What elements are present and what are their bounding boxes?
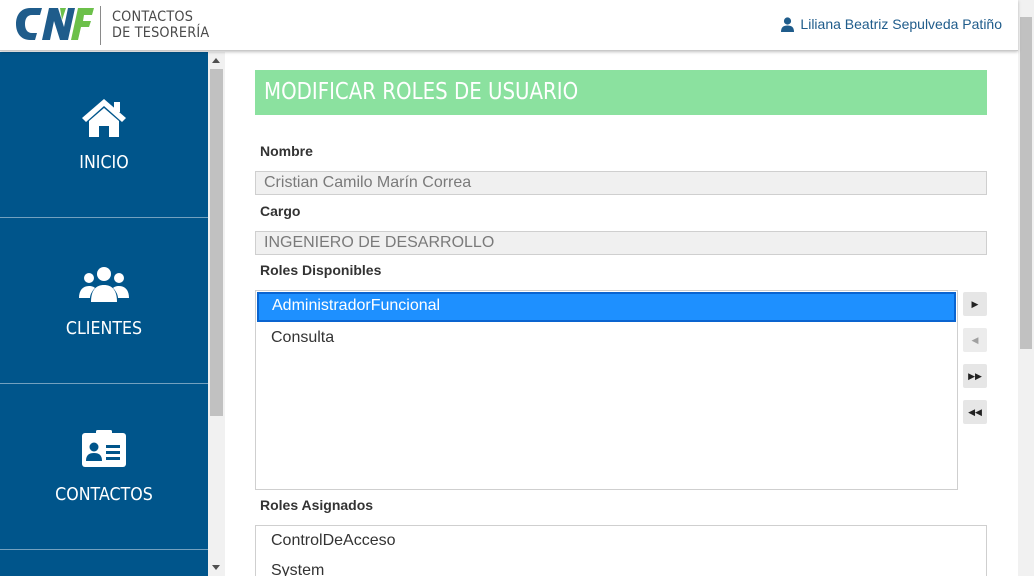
sidebar-item-label: CLIENTES bbox=[65, 318, 143, 339]
roles-asignados-label: Roles Asignados bbox=[260, 497, 374, 513]
nombre-field[interactable]: Cristian Camilo Marín Correa bbox=[255, 171, 987, 195]
sidebar: INICIO CLIENTES CONTACTOS bbox=[0, 52, 208, 576]
sidebar-item-label: INICIO bbox=[79, 152, 129, 173]
sidebar-item-label: CONTACTOS bbox=[55, 484, 153, 505]
move-left-button[interactable]: ◀ bbox=[963, 328, 987, 352]
main-scrollbar[interactable] bbox=[1018, 0, 1034, 576]
home-icon bbox=[82, 99, 126, 137]
contact-card-icon bbox=[82, 430, 126, 467]
nombre-label: Nombre bbox=[260, 143, 313, 159]
list-item[interactable]: System bbox=[256, 556, 986, 576]
sidebar-item-contactos[interactable]: CONTACTOS bbox=[0, 384, 208, 550]
sidebar-item-inicio[interactable]: INICIO bbox=[0, 52, 208, 218]
app-title: CONTACTOS DE TESORERÍA bbox=[112, 9, 209, 41]
roles-disponibles-label: Roles Disponibles bbox=[260, 262, 382, 278]
user-menu[interactable]: Liliana Beatriz Sepulveda Patiño bbox=[781, 16, 1002, 32]
app-title-line1: CONTACTOS bbox=[112, 9, 194, 25]
move-all-right-button[interactable]: ▶▶ bbox=[963, 364, 987, 388]
list-item[interactable]: Consulta bbox=[256, 323, 957, 353]
page-title: MODIFICAR ROLES DE USUARIO bbox=[264, 79, 579, 105]
roles-asignados-listbox[interactable]: ControlDeAcceso System bbox=[255, 525, 987, 576]
user-icon bbox=[781, 16, 795, 32]
scroll-down-arrow[interactable] bbox=[212, 565, 220, 570]
users-icon bbox=[79, 267, 129, 302]
caf-logo[interactable] bbox=[16, 6, 94, 42]
roles-disponibles-listbox[interactable]: AdministradorFuncional Consulta bbox=[255, 290, 958, 490]
sidebar-scroll-thumb[interactable] bbox=[210, 69, 223, 416]
move-all-left-button[interactable]: ◀◀ bbox=[963, 400, 987, 424]
cargo-label: Cargo bbox=[260, 203, 301, 219]
logo-divider bbox=[100, 6, 101, 45]
cargo-field[interactable]: INGENIERO DE DESARROLLO bbox=[255, 231, 987, 255]
move-right-button[interactable]: ▶ bbox=[963, 292, 987, 316]
app-title-line2: DE TESORERÍA bbox=[112, 25, 210, 41]
list-item[interactable]: ControlDeAcceso bbox=[256, 526, 986, 556]
main-scroll-thumb[interactable] bbox=[1020, 17, 1032, 349]
app-header: CONTACTOS DE TESORERÍA Liliana Beatriz S… bbox=[0, 0, 1018, 51]
page-title-banner: MODIFICAR ROLES DE USUARIO bbox=[255, 70, 987, 115]
list-item[interactable]: AdministradorFuncional bbox=[257, 292, 956, 322]
user-name[interactable]: Liliana Beatriz Sepulveda Patiño bbox=[800, 16, 1002, 32]
sidebar-item-clientes[interactable]: CLIENTES bbox=[0, 218, 208, 384]
scroll-up-arrow[interactable] bbox=[212, 58, 220, 63]
sidebar-scrollbar[interactable] bbox=[208, 52, 225, 576]
